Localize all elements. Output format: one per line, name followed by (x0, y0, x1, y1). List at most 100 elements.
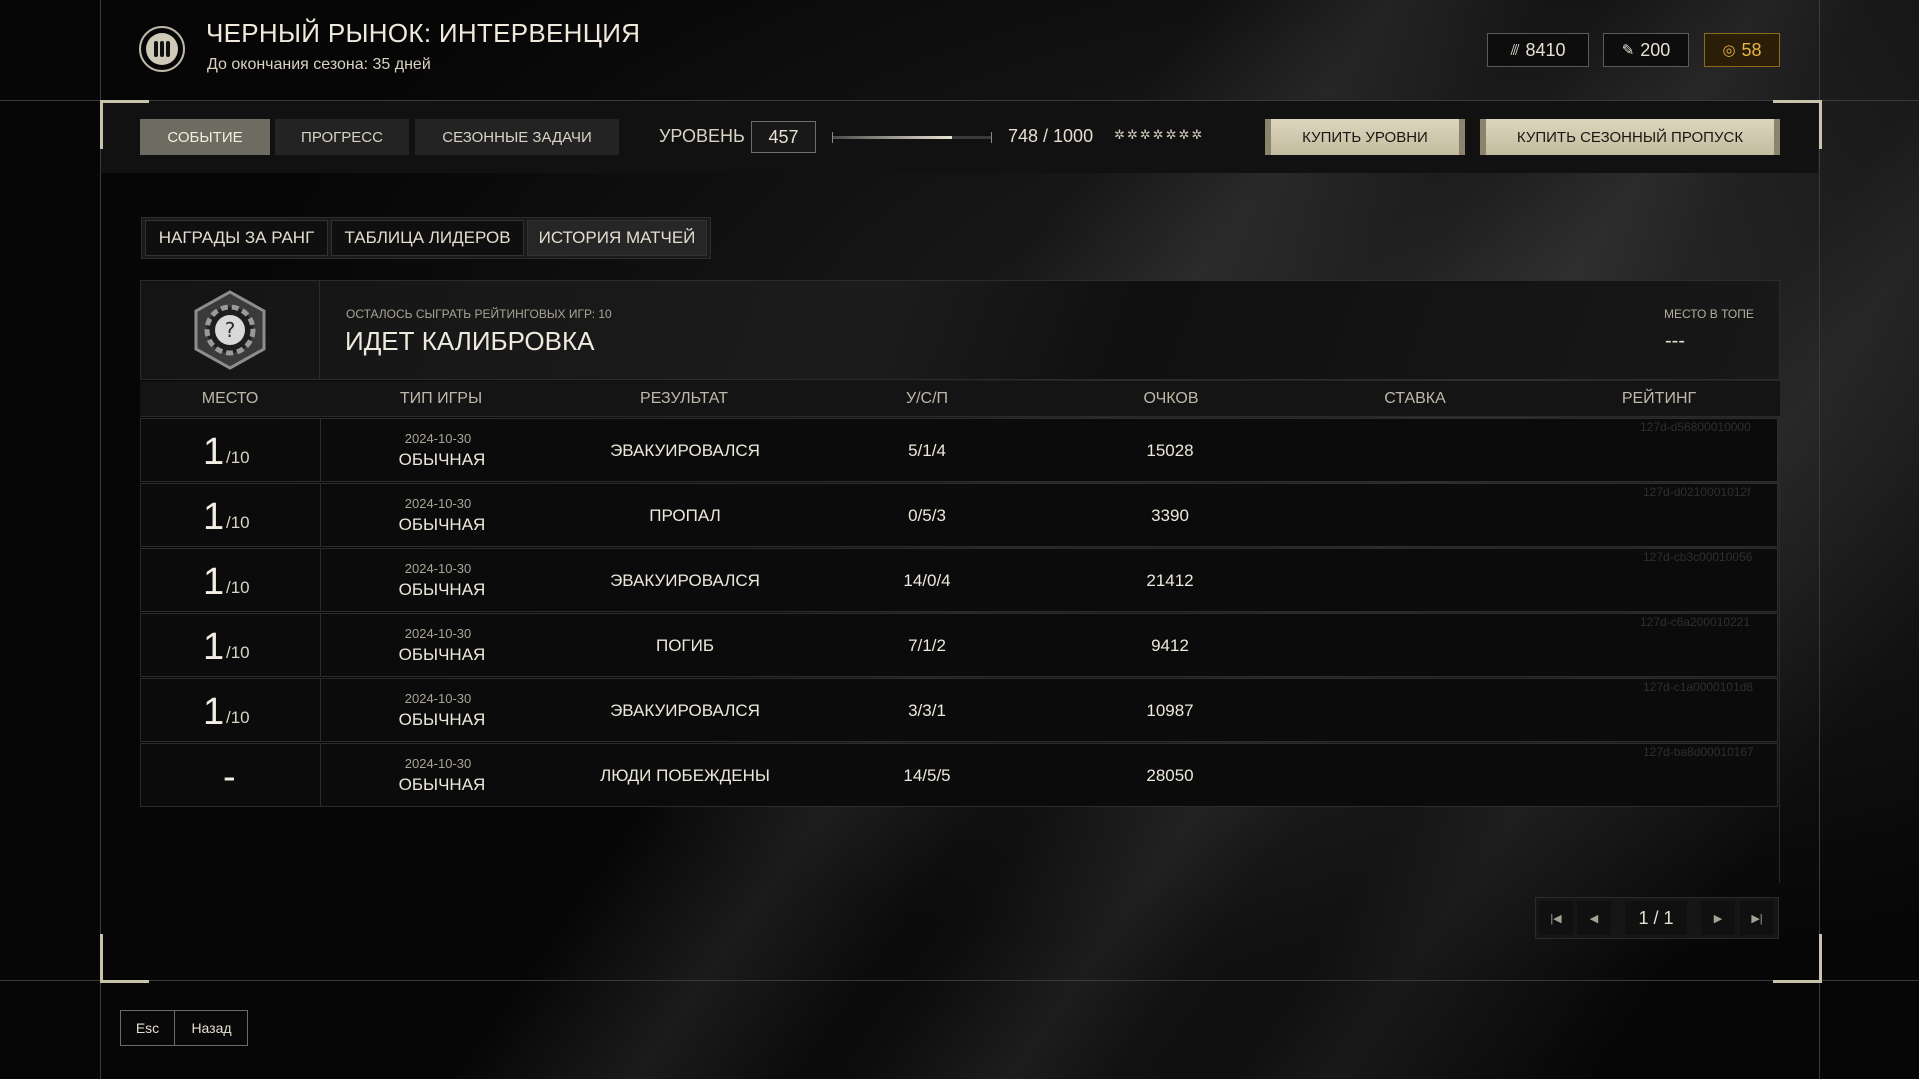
table-row[interactable] (140, 548, 1778, 612)
score-value: 3390 (1151, 506, 1189, 525)
match-date: 2024-10-30 (404, 561, 472, 576)
buy-levels-button[interactable]: КУПИТЬ УРОВНИ (1265, 119, 1465, 155)
currency-credits-value: 8410 (1525, 39, 1566, 60)
buy-season-pass-button[interactable]: КУПИТЬ СЕЗОННЫЙ ПРОПУСК (1480, 119, 1780, 155)
rank-emblem: ? (140, 280, 320, 380)
prev-page-icon[interactable]: ◀ (1577, 901, 1611, 935)
column-header-kda: У/С/П (905, 390, 949, 407)
back-label[interactable]: Назад (176, 1011, 247, 1045)
table-row[interactable] (140, 678, 1778, 742)
first-page-icon[interactable]: |◀ (1539, 901, 1573, 935)
xp-progress-bar (832, 132, 992, 143)
feather-icon: ✎ (1621, 42, 1635, 59)
games-remaining-hint: ОСТАЛОСЬ СЫГРАТЬ РЕЙТИНГОВЫХ ИГР: 10 (346, 307, 612, 321)
place-total: /10 (226, 578, 250, 597)
place-value: 1 (203, 496, 225, 538)
kda-value: 7/1/2 (908, 636, 946, 655)
xp-progress-fill (832, 136, 952, 139)
calibration-title: ИДЕТ КАЛИБРОВКА (345, 326, 595, 356)
column-header-result: РЕЗУЛЬТАТ (640, 390, 728, 407)
score-value: 21412 (1146, 571, 1194, 590)
currency-gold[interactable]: ◎ 58 (1704, 33, 1780, 67)
currency-feathers[interactable]: ✎ 200 (1603, 33, 1689, 67)
tab-leaderboard[interactable]: ТАБЛИЦА ЛИДЕРОВ (331, 220, 524, 256)
place-total: /10 (226, 708, 250, 727)
column-header-bet: СТАВКА (1384, 390, 1446, 407)
xp-tick-end (991, 132, 992, 143)
tab-progress[interactable]: ПРОГРЕСС (275, 119, 409, 155)
score-value: 10987 (1146, 701, 1194, 720)
season-logo-icon (139, 26, 185, 72)
currency-credits[interactable]: ⫻ 8410 (1487, 33, 1589, 67)
level-value: 457 (751, 121, 816, 153)
match-id: 127d-c6a200010221 (1640, 615, 1751, 629)
column-header-place: МЕСТО (201, 390, 259, 407)
table-row[interactable] (140, 743, 1778, 807)
game-type: ОБЫЧНАЯ (398, 645, 486, 664)
rank-stars-icon: ✲✲✲✲✲✲✲ (1114, 127, 1205, 142)
kda-value: 5/1/4 (908, 441, 946, 460)
table-row[interactable] (140, 613, 1778, 677)
match-date: 2024-10-30 (404, 431, 472, 446)
top-rank-label: МЕСТО В ТОПЕ (1664, 307, 1754, 321)
place-value: 1 (203, 561, 225, 603)
xp-tick-start (832, 132, 833, 143)
page-title: ЧЕРНЫЙ РЫНОК: ИНТЕРВЕНЦИЯ (206, 18, 641, 48)
place-value: 1 (203, 431, 225, 473)
place-value: - (223, 756, 236, 798)
column-header-score: ОЧКОВ (1143, 390, 1199, 407)
match-result: ПРОПАЛ (649, 506, 721, 525)
kda-value: 3/3/1 (908, 701, 946, 720)
score-value: 9412 (1151, 636, 1189, 655)
match-result: ПОГИБ (655, 636, 715, 655)
column-header-rating: РЕЙТИНГ (1621, 390, 1697, 407)
match-date: 2024-10-30 (404, 496, 472, 511)
game-type: ОБЫЧНАЯ (398, 775, 486, 794)
match-result: ЭВАКУИРОВАЛСЯ (610, 571, 760, 590)
place-total: /10 (226, 643, 250, 662)
frame-line-right (1819, 0, 1820, 1079)
currency-gold-value: 58 (1741, 39, 1762, 60)
last-page-icon[interactable]: ▶| (1740, 901, 1774, 935)
tab-event[interactable]: СОБЫТИЕ (140, 119, 270, 155)
frame-corner-tr (1773, 100, 1822, 149)
credits-icon: ⫻ (1510, 41, 1520, 59)
place-value: 1 (203, 691, 225, 733)
tab-rank-rewards[interactable]: НАГРАДЫ ЗА РАНГ (145, 220, 328, 256)
esc-key-hint[interactable]: Esc (121, 1011, 175, 1045)
match-id: 127d-c1a0000101d8 (1643, 680, 1754, 694)
match-id: 127d-d56800010000 (1640, 420, 1751, 434)
game-type: ОБЫЧНАЯ (398, 710, 486, 729)
match-result: ЭВАКУИРОВАЛСЯ (610, 441, 760, 460)
kda-value: 0/5/3 (908, 506, 946, 525)
table-header (140, 381, 1780, 417)
game-type: ОБЫЧНАЯ (398, 515, 486, 534)
top-rank-value: --- (1665, 330, 1685, 352)
gold-coin-icon: ◎ (1722, 42, 1736, 59)
frame-line-bottom (0, 980, 1919, 981)
table-row[interactable] (140, 483, 1778, 547)
svg-text:?: ? (224, 318, 235, 342)
score-value: 15028 (1146, 441, 1194, 460)
next-page-icon[interactable]: ▶ (1701, 901, 1735, 935)
kda-value: 14/0/4 (903, 571, 951, 590)
xp-text: 748 / 1000 (1008, 126, 1094, 146)
match-result: ЭВАКУИРОВАЛСЯ (610, 701, 760, 720)
season-countdown: До окончания сезона: 35 дней (207, 56, 431, 73)
kda-value: 14/5/5 (903, 766, 951, 785)
game-type: ОБЫЧНАЯ (398, 450, 486, 469)
match-date: 2024-10-30 (404, 691, 472, 706)
column-header-game-type: ТИП ИГРЫ (399, 390, 483, 407)
match-id: 127d-d0210001012f (1643, 485, 1751, 499)
tab-match-history[interactable]: ИСТОРИЯ МАТЧЕЙ (527, 220, 707, 256)
unknown-rank-icon: ? (194, 290, 265, 370)
frame-corner-bl (100, 934, 149, 983)
match-date: 2024-10-30 (404, 626, 472, 641)
level-label: УРОВЕНЬ (659, 126, 745, 146)
tab-season-tasks[interactable]: СЕЗОННЫЕ ЗАДАЧИ (415, 119, 619, 155)
game-type: ОБЫЧНАЯ (398, 580, 486, 599)
table-row[interactable] (140, 418, 1778, 482)
currency-feathers-value: 200 (1640, 39, 1671, 60)
match-result: ЛЮДИ ПОБЕЖДЕНЫ (600, 766, 770, 785)
match-date: 2024-10-30 (404, 756, 472, 771)
